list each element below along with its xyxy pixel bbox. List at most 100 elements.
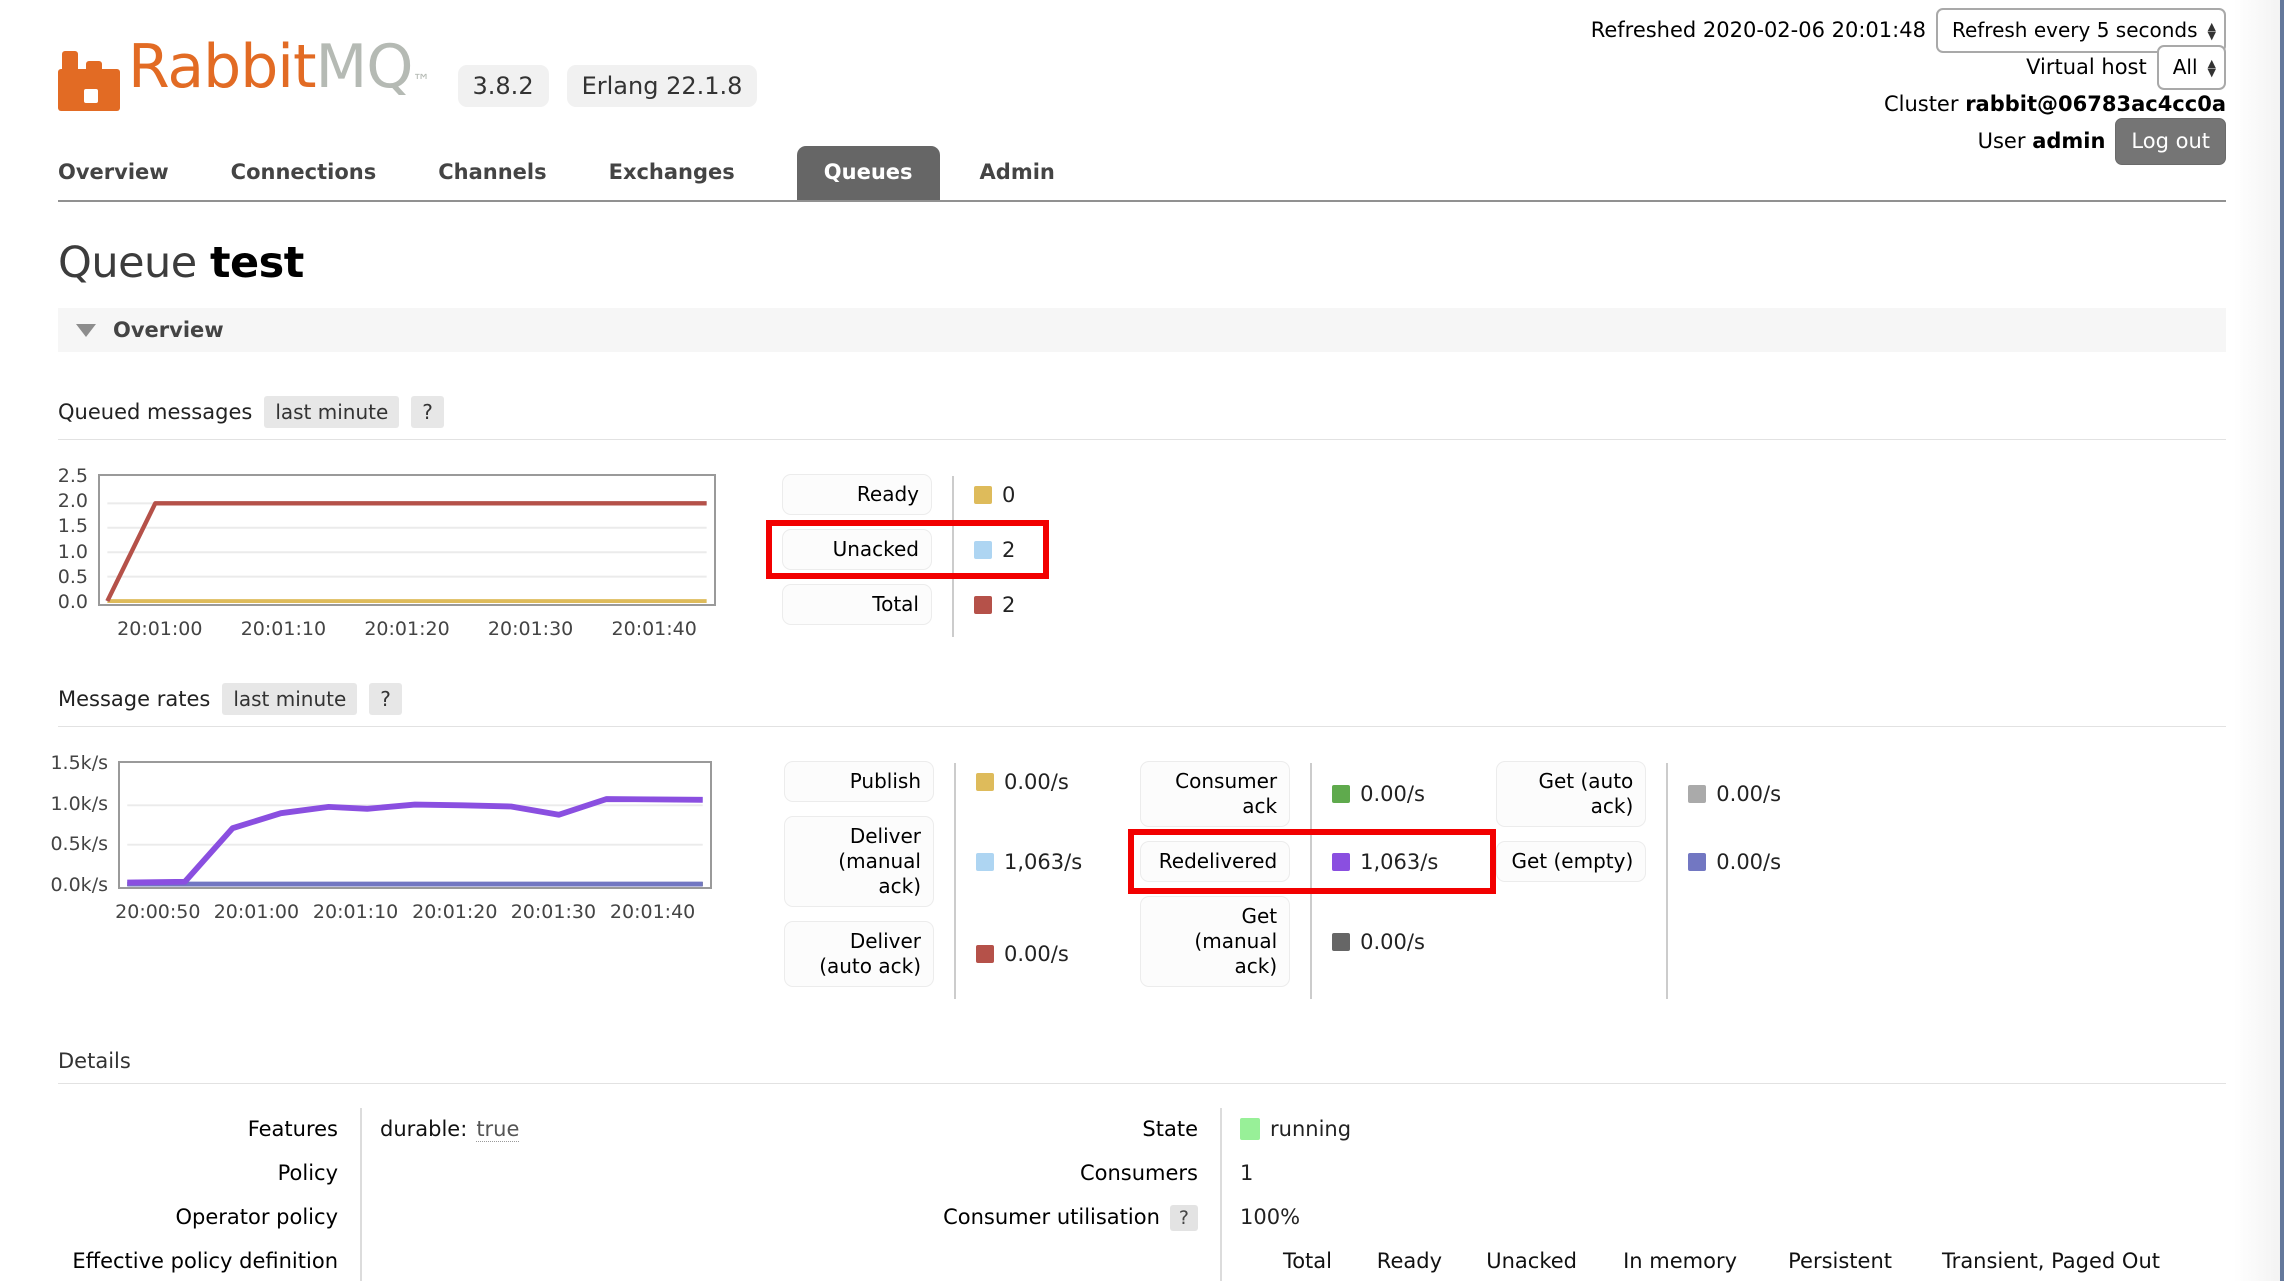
queued-messages-section: 2.52.01.51.00.50.020:01:0020:01:1020:01:… xyxy=(58,474,2226,639)
tab-connections[interactable]: Connections xyxy=(231,146,377,200)
legend-row-get-manual: Get (manual ack) 0.00/s xyxy=(1140,896,1438,987)
rates-chart-canvas xyxy=(118,761,712,889)
header-meta: Refreshed 2020-02-06 20:01:48 Refresh ev… xyxy=(1591,12,2226,160)
policy-label: Policy xyxy=(58,1152,360,1196)
legend-label-deliver-manual[interactable]: Deliver (manual ack) xyxy=(784,816,934,907)
running-state-swatch-icon xyxy=(1240,1118,1260,1140)
queued-messages-header: Queued messages last minute ? xyxy=(58,396,2226,440)
brand-gray-text: MQ xyxy=(316,32,413,102)
tab-admin[interactable]: Admin xyxy=(980,146,1055,200)
col-header-ready: Ready xyxy=(1332,1249,1442,1281)
col-header-total: Total xyxy=(1240,1249,1332,1281)
nav-tabs: Overview Connections Channels Exchanges … xyxy=(58,146,2226,202)
message-rates-chart: 1.5k/s1.0k/s0.5k/s0.0k/s20:00:5020:01:00… xyxy=(58,761,712,1001)
queue-name: test xyxy=(210,238,304,288)
queued-chart-canvas xyxy=(98,474,716,606)
brand-wordmark: RabbitMQ™ xyxy=(128,38,430,111)
operator-policy-label: Operator policy xyxy=(58,1196,360,1240)
queued-range-badge[interactable]: last minute xyxy=(264,396,399,428)
overview-section-label: Overview xyxy=(113,318,224,342)
cluster-label: Cluster xyxy=(1884,92,1959,116)
durable-arg-value: true xyxy=(476,1117,519,1142)
deliver-auto-swatch-icon xyxy=(976,945,994,963)
unacked-swatch-icon xyxy=(974,541,992,559)
queued-messages-chart: 2.52.01.51.00.50.020:01:0020:01:1020:01:… xyxy=(58,474,716,639)
legend-label-publish[interactable]: Publish xyxy=(784,761,934,802)
overview-section-toggle[interactable]: Overview xyxy=(58,308,2226,352)
features-label: Features xyxy=(58,1108,360,1152)
rabbitmq-logo[interactable]: RabbitMQ™ 3.8.2 Erlang 22.1.8 xyxy=(58,38,757,111)
message-rates-section: 1.5k/s1.0k/s0.5k/s0.0k/s20:00:5020:01:00… xyxy=(58,761,2226,1001)
deliver-manual-rate: 1,063/s xyxy=(1004,850,1082,874)
state-text: running xyxy=(1270,1117,1351,1141)
vhost-select[interactable]: All ▲▼ xyxy=(2157,45,2226,90)
queued-messages-label: Queued messages xyxy=(58,400,252,424)
consumers-value: 1 xyxy=(1220,1152,2160,1196)
get-empty-rate: 0.00/s xyxy=(1716,850,1781,874)
unacked-value: 2 xyxy=(1002,538,1015,562)
legend-label-redelivered[interactable]: Redelivered xyxy=(1140,841,1290,882)
legend-row-consumer-ack: Consumer ack 0.00/s xyxy=(1140,761,1438,827)
version-badge: 3.8.2 xyxy=(458,65,549,107)
consumers-label: Consumers xyxy=(928,1152,1220,1196)
legend-row-deliver-auto: Deliver (auto ack) 0.00/s xyxy=(784,921,1082,987)
select-arrows-icon: ▲▼ xyxy=(2208,59,2216,77)
details-right: State running Consumers 1 Consumer utili… xyxy=(928,1108,2160,1281)
col-header-in-memory: In memory xyxy=(1577,1249,1737,1281)
legend-label-ready[interactable]: Ready xyxy=(782,474,932,515)
publish-swatch-icon xyxy=(976,773,994,791)
page-title: Queue test xyxy=(58,238,2226,288)
scrollbar[interactable] xyxy=(2280,0,2284,1281)
tab-queues[interactable]: Queues xyxy=(797,146,940,200)
publish-rate: 0.00/s xyxy=(1004,770,1069,794)
policy-value xyxy=(360,1152,920,1196)
legend-label-unacked[interactable]: Unacked xyxy=(782,529,932,570)
deliver-manual-swatch-icon xyxy=(976,853,994,871)
details-left: Features durable: true Policy Operator po… xyxy=(58,1108,920,1281)
legend-label-get-auto[interactable]: Get (auto ack) xyxy=(1496,761,1646,827)
queued-help-icon[interactable]: ? xyxy=(411,396,444,428)
col-header-persistent: Persistent xyxy=(1737,1249,1892,1281)
refresh-interval-value: Refresh every 5 seconds xyxy=(1952,12,2198,49)
legend-row-redelivered: Redelivered 1,063/s xyxy=(1140,841,1438,882)
total-swatch-icon xyxy=(974,596,992,614)
consumer-utilisation-label: Consumer utilisation? xyxy=(928,1196,1220,1240)
queued-legend: Ready 0 Unacked 2 Total 2 xyxy=(782,474,1015,639)
total-value: 2 xyxy=(1002,593,1015,617)
page-title-prefix: Queue xyxy=(58,238,197,288)
message-rates-header: Message rates last minute ? xyxy=(58,683,2226,727)
legend-row-total: Total 2 xyxy=(782,584,1015,625)
redelivered-rate: 1,063/s xyxy=(1360,850,1438,874)
consumer-ack-rate: 0.00/s xyxy=(1360,782,1425,806)
legend-row-publish: Publish 0.00/s xyxy=(784,761,1082,802)
rates-help-icon[interactable]: ? xyxy=(369,683,402,715)
durable-arg-name: durable: xyxy=(380,1117,467,1141)
details-section: Details Features durable: true Policy Ope… xyxy=(58,1049,2226,1281)
vhost-value: All xyxy=(2173,49,2198,86)
rates-legend-col3: Get (auto ack) 0.00/s Get (empty) 0.00/s xyxy=(1496,761,1781,1001)
rates-range-badge[interactable]: last minute xyxy=(222,683,357,715)
rabbitmq-logo-icon xyxy=(58,51,120,111)
legend-row-ready: Ready 0 xyxy=(782,474,1015,515)
legend-label-deliver-auto[interactable]: Deliver (auto ack) xyxy=(784,921,934,987)
details-heading: Details xyxy=(58,1049,2226,1084)
legend-row-get-empty: Get (empty) 0.00/s xyxy=(1496,841,1781,882)
legend-label-consumer-ack[interactable]: Consumer ack xyxy=(1140,761,1290,827)
utilisation-help-icon[interactable]: ? xyxy=(1170,1205,1198,1231)
redelivered-swatch-icon xyxy=(1332,853,1350,871)
consumer-ack-swatch-icon xyxy=(1332,785,1350,803)
col-header-transient-paged-out: Transient, Paged Out xyxy=(1892,1249,2160,1281)
state-value: running xyxy=(1220,1108,2160,1152)
effective-policy-value xyxy=(360,1240,920,1281)
tab-channels[interactable]: Channels xyxy=(438,146,546,200)
legend-label-get-manual[interactable]: Get (manual ack) xyxy=(1140,896,1290,987)
tab-exchanges[interactable]: Exchanges xyxy=(609,146,735,200)
cluster-name: rabbit@06783ac4cc0a xyxy=(1965,92,2226,116)
operator-policy-value xyxy=(360,1196,920,1240)
legend-label-get-empty[interactable]: Get (empty) xyxy=(1496,841,1646,882)
erlang-version-badge: Erlang 22.1.8 xyxy=(567,65,758,107)
legend-label-total[interactable]: Total xyxy=(782,584,932,625)
effective-policy-label: Effective policy definition xyxy=(58,1240,360,1281)
collapse-triangle-icon xyxy=(76,324,96,337)
tab-overview[interactable]: Overview xyxy=(58,146,169,200)
